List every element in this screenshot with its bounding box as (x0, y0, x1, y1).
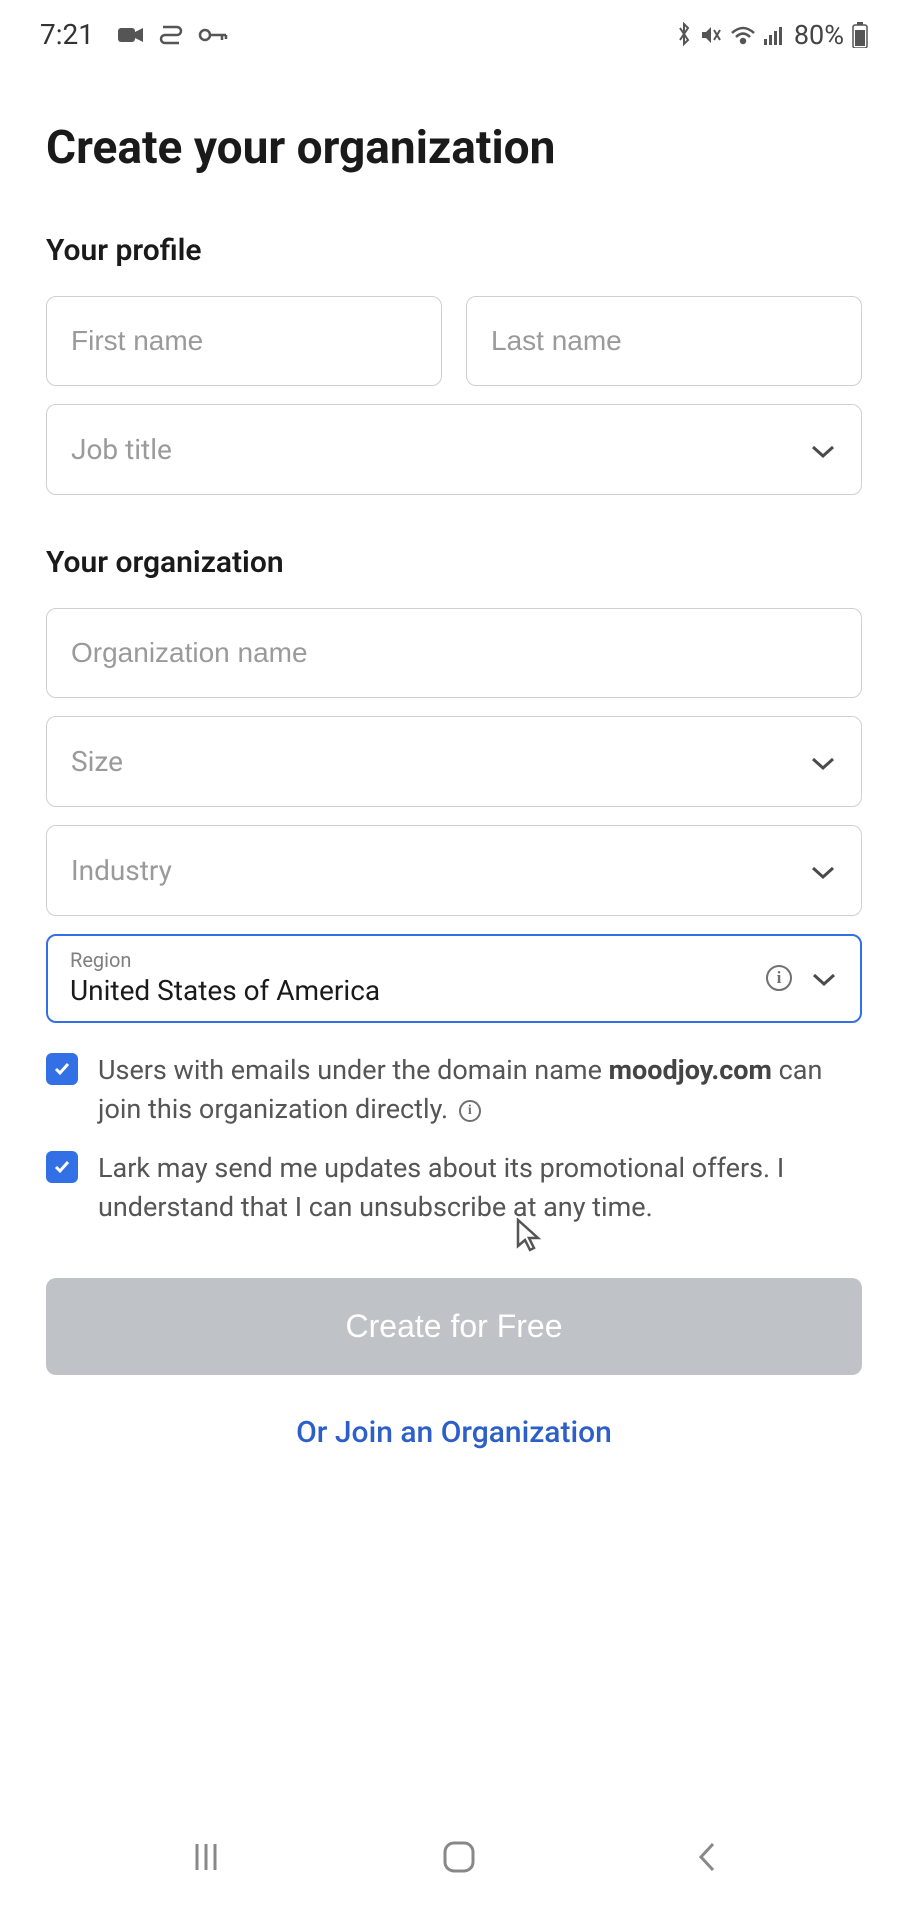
promo-checkbox-text: Lark may send me updates about its promo… (98, 1149, 862, 1227)
chevron-down-icon (809, 433, 837, 466)
info-icon[interactable]: i (766, 965, 792, 991)
region-label: Region (70, 948, 380, 972)
info-icon[interactable]: i (459, 1100, 481, 1122)
cast-icon (158, 25, 184, 45)
status-time: 7:21 (40, 18, 94, 51)
camera-icon (118, 26, 144, 44)
name-row (46, 296, 862, 386)
industry-placeholder: Industry (71, 854, 172, 887)
status-left: 7:21 (40, 18, 228, 51)
region-select[interactable]: Region United States of America i (46, 934, 862, 1023)
chevron-down-icon (810, 961, 838, 994)
chevron-down-icon (809, 745, 837, 778)
profile-section-title: Your profile (46, 233, 862, 268)
recent-apps-button[interactable] (189, 1840, 223, 1878)
domain-checkbox-text: Users with emails under the domain name … (98, 1051, 862, 1129)
org-section-title: Your organization (46, 545, 862, 580)
nav-bar (0, 1808, 908, 1920)
status-bar: 7:21 80% (0, 0, 908, 61)
join-link[interactable]: Or Join an Organization (46, 1415, 862, 1450)
battery-icon (852, 22, 868, 48)
size-select[interactable]: Size (46, 716, 862, 807)
region-value: United States of America (70, 974, 380, 1007)
back-button[interactable] (695, 1840, 719, 1878)
bluetooth-icon (676, 22, 692, 48)
promo-checkbox-row: Lark may send me updates about its promo… (46, 1149, 862, 1227)
last-name-input[interactable] (466, 296, 862, 386)
signal-icon (764, 25, 786, 45)
battery-percent: 80% (794, 19, 844, 51)
mute-icon (700, 24, 722, 46)
first-name-input[interactable] (46, 296, 442, 386)
main-content: Create your organization Your profile Jo… (0, 61, 908, 1450)
org-name-input[interactable] (46, 608, 862, 698)
industry-select[interactable]: Industry (46, 825, 862, 916)
key-icon (198, 27, 228, 43)
size-placeholder: Size (71, 745, 123, 778)
home-button[interactable] (440, 1838, 478, 1880)
domain-checkbox[interactable] (46, 1053, 78, 1085)
domain-checkbox-row: Users with emails under the domain name … (46, 1051, 862, 1129)
page-title: Create your organization (46, 121, 862, 175)
chevron-down-icon (809, 854, 837, 887)
job-title-select[interactable]: Job title (46, 404, 862, 495)
promo-checkbox[interactable] (46, 1151, 78, 1183)
create-button[interactable]: Create for Free (46, 1278, 862, 1375)
wifi-icon (730, 25, 756, 45)
status-right: 80% (676, 19, 868, 51)
job-title-placeholder: Job title (71, 433, 172, 466)
